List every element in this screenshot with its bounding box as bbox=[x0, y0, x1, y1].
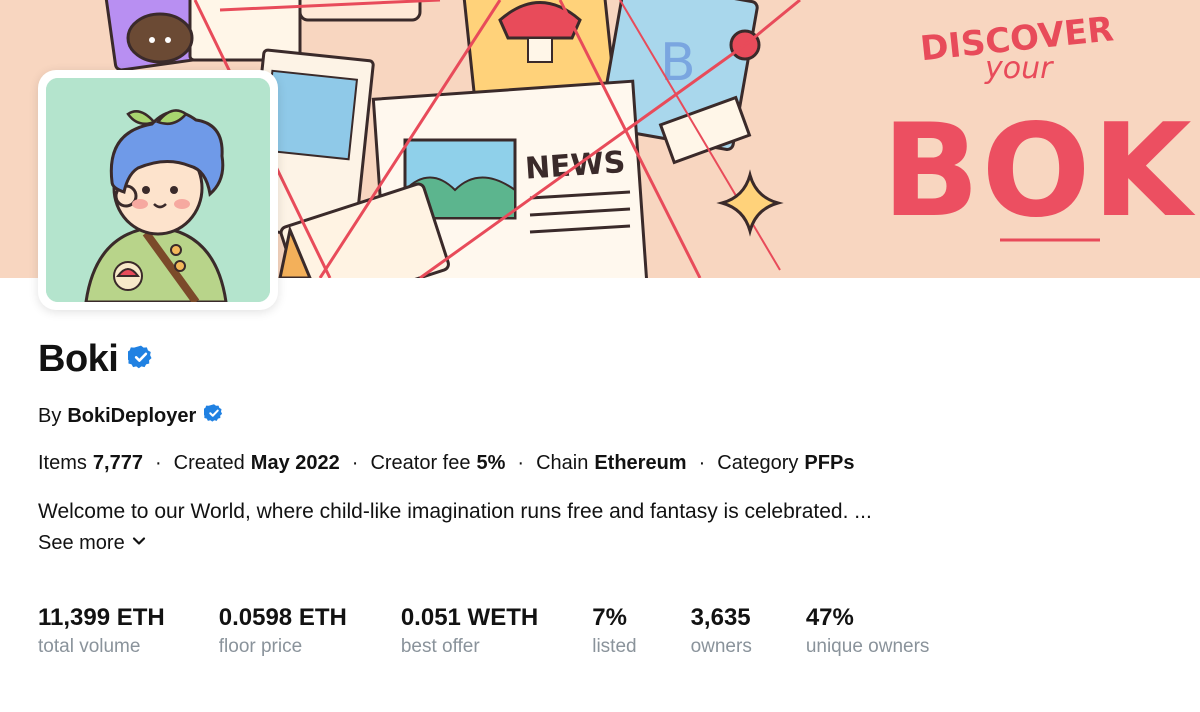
see-more-label: See more bbox=[38, 532, 125, 554]
meta-category[interactable]: Category PFPs bbox=[717, 452, 854, 475]
collection-title-row: Boki bbox=[38, 338, 154, 381]
banner-brand-text: BOKI bbox=[882, 97, 1200, 246]
see-more-button[interactable]: See more bbox=[38, 532, 147, 555]
banner-slogan-line2: your bbox=[984, 51, 1054, 86]
collection-avatar[interactable] bbox=[38, 70, 278, 310]
verified-badge-icon bbox=[126, 344, 154, 375]
meta-creator-fee: Creator fee 5% bbox=[370, 452, 506, 474]
creator-row: By BokiDeployer bbox=[38, 403, 224, 429]
collection-stats: 11,399 ETH total volume 0.0598 ETH floor… bbox=[38, 604, 983, 658]
collection-description: Welcome to our World, where child-like i… bbox=[38, 500, 872, 523]
meta-separator: · bbox=[698, 452, 706, 474]
creator-by-label: By bbox=[38, 404, 62, 427]
meta-separator: · bbox=[351, 452, 359, 474]
stat-best-offer[interactable]: 0.051 WETH best offer bbox=[401, 604, 538, 658]
meta-separator: · bbox=[154, 452, 162, 474]
creator-link[interactable]: BokiDeployer bbox=[67, 405, 196, 428]
stat-total-volume[interactable]: 11,399 ETH total volume bbox=[38, 604, 165, 658]
avatar-illustration bbox=[46, 78, 270, 302]
chevron-down-icon bbox=[131, 532, 147, 555]
stat-unique-owners[interactable]: 47% unique owners bbox=[806, 604, 930, 658]
stat-listed[interactable]: 7% listed bbox=[592, 604, 636, 658]
meta-chain: Chain Ethereum bbox=[536, 452, 687, 474]
stat-owners[interactable]: 3,635 owners bbox=[691, 604, 752, 658]
stat-floor-price[interactable]: 0.0598 ETH floor price bbox=[219, 604, 347, 658]
meta-created: Created May 2022 bbox=[173, 452, 340, 474]
collection-meta: Items 7,777 · Created May 2022 · Creator f… bbox=[38, 452, 854, 475]
collection-title: Boki bbox=[38, 338, 119, 380]
meta-separator: · bbox=[517, 452, 525, 474]
meta-items: Items 7,777 bbox=[38, 452, 143, 474]
creator-verified-icon bbox=[202, 403, 224, 429]
